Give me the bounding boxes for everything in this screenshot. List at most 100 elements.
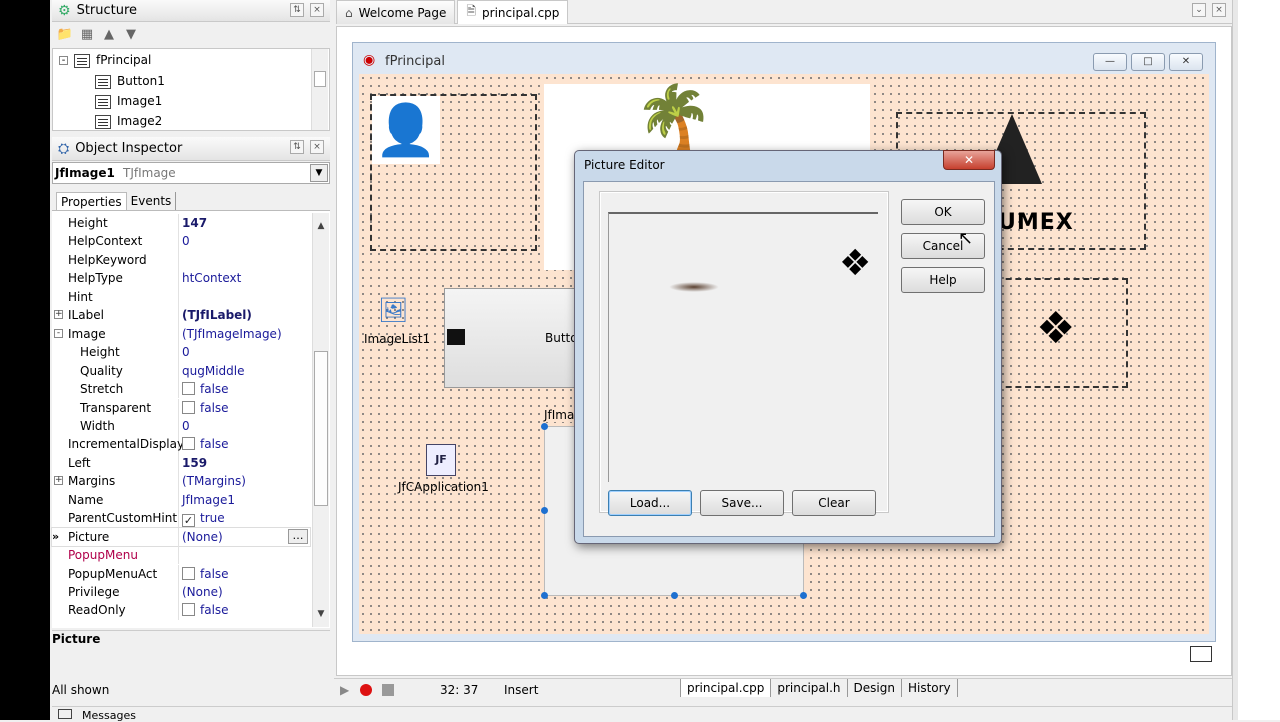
property-row[interactable]: Height 147 [52,214,310,233]
property-row[interactable]: IncrementalDisplay false [52,435,310,454]
ellipsis-button[interactable]: … [288,528,308,544]
property-value[interactable]: false [182,565,229,583]
property-row[interactable]: Hint [52,287,310,307]
structure-scrollbar[interactable] [311,49,328,130]
close-tab-icon[interactable]: × [1212,3,1226,17]
ok-button[interactable]: OK [901,199,985,225]
record-icon[interactable] [360,684,372,696]
dialog-close-icon[interactable]: ✕ [943,150,995,170]
tab-principal-cpp[interactable]: 🗎 principal.cpp [457,0,569,24]
application-component-icon[interactable]: JF [426,444,456,476]
tab-history[interactable]: History [900,679,958,697]
form-close-icon[interactable]: ✕ [1169,53,1203,71]
property-row[interactable]: Quality qugMiddle [52,361,310,380]
designer-preview-icon[interactable] [1190,646,1212,662]
property-value[interactable]: ✓ true [182,509,225,528]
property-value[interactable]: JfImage1 [182,491,235,509]
property-row[interactable]: + ILabel (TJfILabel) [52,306,310,325]
property-value[interactable]: false [182,399,229,417]
tab-welcome-page[interactable]: ⌂ Welcome Page [336,0,456,24]
resize-handle[interactable] [800,592,807,599]
imagelist-icon[interactable]: 🖼 [378,296,412,328]
resize-handle[interactable] [671,592,678,599]
property-row[interactable]: - Image (TJfImageImage) [52,324,310,344]
property-row[interactable]: ParentCustomHint ✓ true [52,509,310,528]
tab-principal-h[interactable]: principal.h [770,679,846,697]
property-value[interactable]: 147 [182,214,207,232]
property-row[interactable]: HelpContext 0 [52,232,310,251]
play-icon[interactable]: ▶ [340,683,349,697]
property-value[interactable]: false [182,601,229,619]
clear-button[interactable]: Clear [792,490,876,516]
button1-component[interactable]: Butto [444,288,584,388]
property-value[interactable]: qugMiddle [182,362,244,380]
save-button[interactable]: Save... [700,490,784,516]
property-value[interactable]: 0 [182,232,190,250]
tab-events[interactable]: Events [126,192,177,210]
property-row[interactable]: + Margins (TMargins) [52,472,310,491]
close-icon[interactable]: × [310,3,324,17]
pin-icon[interactable]: ⇅ [290,3,304,17]
checkbox-checked-icon[interactable]: ✓ [182,514,195,528]
property-value[interactable]: (TJfILabel) [182,306,252,324]
resize-handle[interactable] [541,507,548,514]
property-row[interactable]: HelpType htContext [52,269,310,288]
expand-icon[interactable]: + [54,476,63,486]
property-value[interactable]: false [182,435,229,453]
folder-icon[interactable]: 📁 [56,27,74,43]
expand-icon[interactable]: + [54,310,63,320]
image-component-1[interactable]: 👤 [370,94,537,251]
property-row[interactable]: HelpKeyword [52,250,310,270]
pin-icon[interactable]: ⇅ [290,140,304,154]
property-value[interactable]: (None) [182,583,223,601]
arrow-up-icon[interactable]: ▲ [100,27,118,43]
property-value[interactable]: 0 [182,417,190,435]
checkbox-icon[interactable] [182,400,195,414]
property-value[interactable]: false [182,380,229,398]
property-row[interactable]: ReadOnly false [52,601,310,620]
property-value[interactable]: 0 [182,343,190,361]
property-row[interactable]: Height 0 [52,343,310,362]
property-value[interactable]: htContext [182,269,241,287]
property-value[interactable]: (TMargins) [182,472,246,490]
tab-principal-cpp-bottom[interactable]: principal.cpp [680,679,771,697]
tree-node-form[interactable]: - fPrincipal [59,50,151,71]
property-row[interactable]: Name JfImage1 [52,490,310,510]
property-row[interactable]: PopupMenu [52,546,310,565]
tree-node-button1[interactable]: Button1 [95,71,165,92]
property-row[interactable]: Stretch false [52,380,310,399]
checkbox-icon[interactable] [182,437,195,451]
stop-icon[interactable] [382,684,394,696]
property-row[interactable]: Privilege (None) [52,583,310,602]
property-row[interactable]: Transparent false [52,398,310,417]
image-component-3[interactable]: ❖ [996,278,1128,388]
property-value[interactable]: 159 [182,454,207,472]
tab-list-icon[interactable]: ⌄ [1192,3,1206,17]
minimize-icon[interactable]: — [1093,53,1127,71]
tab-properties[interactable]: Properties [56,192,127,210]
expand-icon[interactable]: - [54,328,63,338]
filter-icon[interactable]: ▦ [78,27,96,43]
help-button[interactable]: Help [901,267,985,293]
tab-design[interactable]: Design [846,679,901,697]
checkbox-icon[interactable] [182,382,195,396]
load-button[interactable]: Load... [608,490,692,516]
property-row[interactable]: Width 0 [52,416,310,436]
maximize-icon[interactable]: □ [1131,53,1165,71]
arrow-down-icon[interactable]: ▼ [122,27,140,43]
property-row[interactable]: Left 159 [52,453,310,473]
property-value[interactable]: (TJfImageImage) [182,325,282,343]
picture-editor-dialog[interactable]: Picture Editor ✕ ❖ OK Cancel Help Load..… [574,150,1002,544]
inspector-component-select[interactable]: JfImage1 TJfImage ▼ [52,162,330,184]
messages-bar[interactable]: Messages [52,706,1232,722]
checkbox-icon[interactable] [182,603,195,617]
resize-handle[interactable] [541,592,548,599]
resize-handle[interactable] [541,423,548,430]
property-row[interactable]: » Picture (None)… [51,526,311,548]
property-row[interactable]: PopupMenuAct false [52,564,310,583]
tree-node-image1[interactable]: Image1 [95,91,162,112]
property-scrollbar[interactable]: ▲ ▼ [312,213,329,627]
checkbox-icon[interactable] [182,566,195,580]
tree-node-image2[interactable]: Image2 [95,111,162,132]
property-value[interactable]: (None) [182,528,223,546]
